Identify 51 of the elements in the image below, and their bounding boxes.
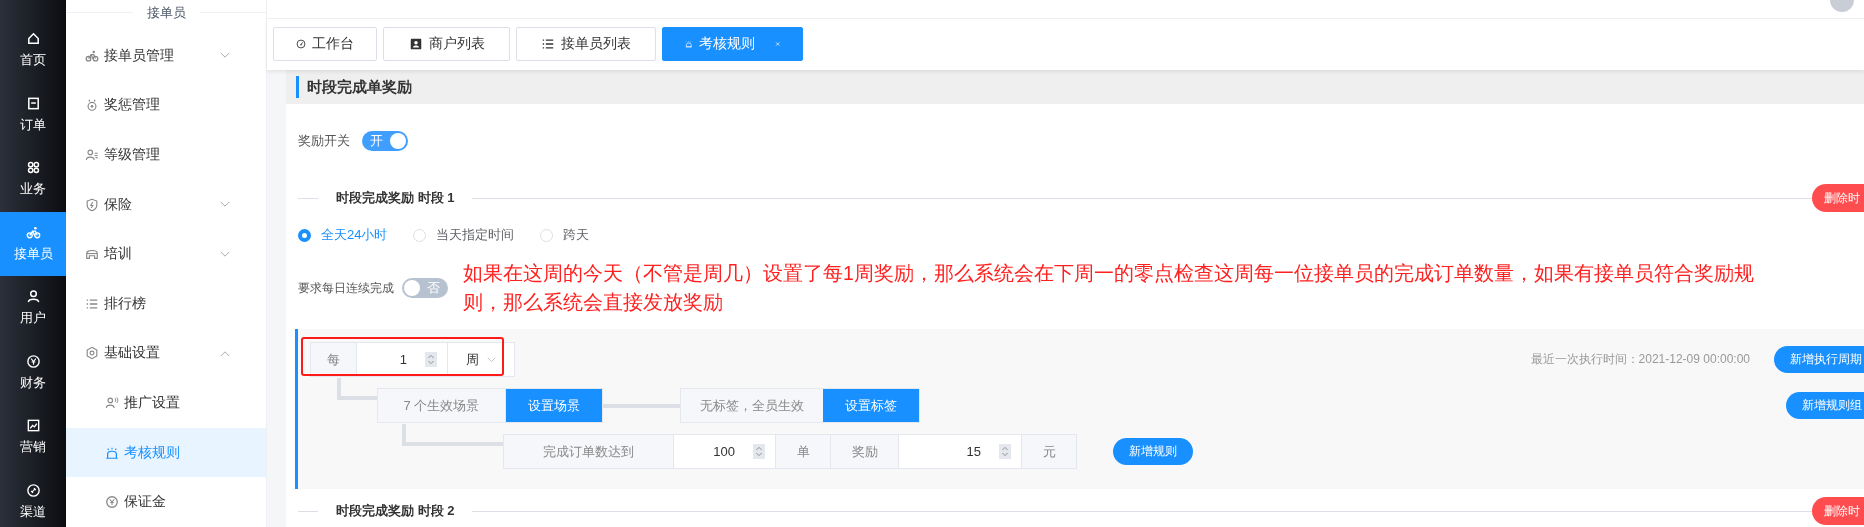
- period-title: 时段完成奖励 时段 2: [335, 502, 456, 520]
- bicycle-icon: [85, 48, 99, 63]
- contact-card-icon: [408, 37, 423, 51]
- spinner-icon[interactable]: [999, 443, 1011, 460]
- list-icon: [85, 296, 99, 311]
- nav-item[interactable]: 首页: [0, 18, 66, 83]
- list-icon: [541, 37, 555, 51]
- hexagon-icon: [85, 346, 99, 361]
- nav-item[interactable]: 用户: [0, 276, 66, 341]
- last-run-time: 最近一次执行时间：2021-12-09 00:00:00: [1530, 351, 1750, 368]
- nav-item[interactable]: 订单: [0, 82, 66, 147]
- switch-label: 要求每日连续完成: [298, 279, 394, 297]
- nav-item[interactable]: 营销: [0, 405, 66, 470]
- radio-option[interactable]: 跨天: [540, 226, 590, 244]
- yen-icon: [25, 353, 41, 369]
- section-title: 时段完成单奖励: [307, 77, 412, 97]
- chart-icon: [25, 418, 41, 434]
- person-list-icon: [85, 148, 99, 162]
- input-prefix: 奖励: [831, 435, 899, 468]
- tag-picker[interactable]: 无标签，全员生效 设置标签: [680, 388, 920, 423]
- document-icon: [25, 95, 41, 111]
- medal-icon: [85, 98, 99, 113]
- home-icon: [25, 31, 41, 47]
- gauge-icon: [296, 37, 306, 51]
- nav-item[interactable]: 财务: [0, 340, 66, 405]
- building-icon: [85, 247, 99, 262]
- yen-icon: [105, 495, 119, 510]
- person-icon: [25, 289, 41, 305]
- shield-icon: [85, 197, 99, 212]
- alarm-icon: [105, 445, 119, 460]
- tab[interactable]: 接单员列表: [516, 27, 656, 61]
- radio-option[interactable]: 当天指定时间: [413, 226, 515, 244]
- input-suffix: 元: [1022, 435, 1076, 468]
- close-icon[interactable]: [774, 39, 780, 49]
- tag-status: 无标签，全员生效: [681, 389, 823, 422]
- grid-icon: [25, 160, 41, 176]
- nav-item[interactable]: 业务: [0, 147, 66, 212]
- person-signal-icon: [105, 395, 119, 410]
- menu-title: 接单员: [145, 3, 187, 22]
- annotation-text: 如果在这周的今天（不管是周几）设置了每1周奖励，那么系统会在下周一的零点检查这周每一位接单员的完成订单数量，如果有接单员符合奖励规则，那么系统会直接发放奖励: [463, 261, 1755, 315]
- nav-item[interactable]: 渠道: [0, 469, 66, 527]
- period-title: 时段完成奖励 时段 1: [335, 189, 456, 207]
- link-icon: [25, 482, 41, 498]
- spinner-icon[interactable]: [753, 443, 765, 460]
- tab[interactable]: 工作台: [273, 27, 377, 61]
- tab[interactable]: 商户列表: [383, 27, 510, 61]
- input-prefix: 完成订单数达到: [504, 435, 674, 468]
- switch-label: 奖励开关: [298, 132, 350, 150]
- scene-count: 7 个生效场景: [378, 389, 506, 422]
- bicycle-icon: [25, 224, 41, 240]
- input-suffix: 单: [776, 435, 831, 468]
